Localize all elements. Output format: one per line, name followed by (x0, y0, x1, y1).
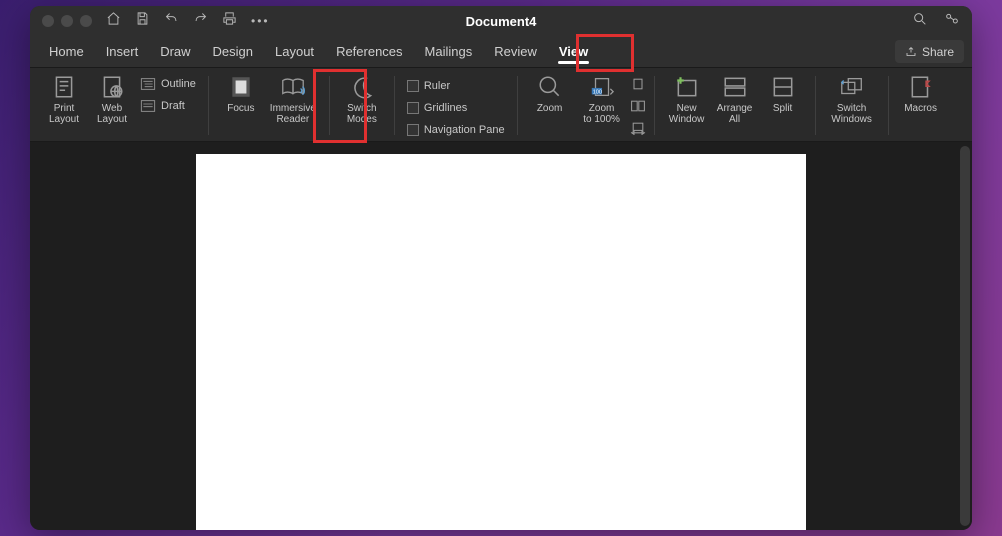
page-width-icon (630, 121, 646, 135)
home-icon[interactable] (106, 11, 121, 31)
macros-button[interactable]: Macros (897, 72, 945, 114)
web-layout-icon (99, 74, 125, 100)
window-controls[interactable] (42, 15, 92, 27)
split-icon (770, 74, 796, 100)
tab-design[interactable]: Design (202, 36, 264, 67)
group-window: New Window Arrange All Split (659, 72, 811, 139)
close-dot[interactable] (42, 15, 54, 27)
tab-home[interactable]: Home (38, 36, 95, 67)
undo-icon[interactable] (164, 11, 179, 31)
quick-access-toolbar: ••• (106, 11, 270, 31)
redo-icon[interactable] (193, 11, 208, 31)
tab-mailings[interactable]: Mailings (414, 36, 484, 67)
switch-windows-button[interactable]: Switch Windows (824, 72, 880, 125)
share-button-label: Share (922, 45, 954, 59)
multi-page-button[interactable] (630, 96, 646, 116)
zoom-button[interactable]: Zoom (526, 72, 574, 114)
svg-text:100: 100 (592, 90, 601, 96)
multi-page-icon (630, 99, 646, 113)
macros-icon (908, 74, 934, 100)
immersive-reader-button[interactable]: Immersive Reader (265, 72, 321, 125)
outline-icon (140, 77, 156, 91)
search-icon[interactable] (912, 11, 928, 32)
new-window-button[interactable]: New Window (663, 72, 711, 125)
ruler-checkbox[interactable]: Ruler (403, 76, 509, 96)
group-show: Ruler Gridlines Navigation Pane (399, 72, 513, 139)
print-layout-button[interactable]: Print Layout (40, 72, 88, 125)
arrange-all-icon (722, 74, 748, 100)
group-switch-modes: Switch Modes (334, 72, 390, 139)
group-zoom: Zoom 100 Zoom to 100% (522, 72, 650, 139)
page[interactable] (196, 154, 806, 530)
group-macros: Macros (893, 72, 949, 139)
share-quick-icon[interactable] (944, 11, 960, 32)
draft-icon (140, 99, 156, 113)
print-layout-icon (51, 74, 77, 100)
focus-icon (228, 74, 254, 100)
draft-button[interactable]: Draft (136, 96, 200, 116)
checkbox-icon (407, 102, 419, 114)
print-icon[interactable] (222, 11, 237, 31)
moon-icon (349, 74, 375, 100)
switch-windows-icon (839, 74, 865, 100)
zoom-100-button[interactable]: 100 Zoom to 100% (574, 72, 630, 125)
ribbon-tabs: Home Insert Draw Design Layout Reference… (30, 36, 972, 68)
more-icon[interactable]: ••• (251, 14, 270, 28)
group-views: Print Layout Web Layout Outline Draft (36, 72, 204, 139)
switch-modes-button[interactable]: Switch Modes (338, 72, 386, 125)
one-page-button[interactable] (630, 74, 646, 94)
navigation-pane-checkbox[interactable]: Navigation Pane (403, 120, 509, 140)
zoom-100-icon: 100 (589, 74, 615, 100)
focus-button[interactable]: Focus (217, 72, 265, 114)
new-window-icon (674, 74, 700, 100)
app-window: ••• Document4 Home Insert Draw Design La… (30, 6, 972, 530)
group-immersive: Focus Immersive Reader (213, 72, 325, 139)
tab-references[interactable]: References (325, 36, 413, 67)
gridlines-checkbox[interactable]: Gridlines (403, 98, 509, 118)
tab-review[interactable]: Review (483, 36, 548, 67)
document-area[interactable] (30, 142, 972, 530)
outline-button[interactable]: Outline (136, 74, 200, 94)
share-icon (905, 46, 917, 58)
magnifier-icon (537, 74, 563, 100)
group-switch-windows: Switch Windows (820, 72, 884, 139)
zoom-dot[interactable] (80, 15, 92, 27)
split-button[interactable]: Split (759, 72, 807, 114)
checkbox-icon (407, 80, 419, 92)
minimize-dot[interactable] (61, 15, 73, 27)
arrange-all-button[interactable]: Arrange All (711, 72, 759, 125)
scrollbar[interactable] (960, 146, 970, 526)
ribbon: Print Layout Web Layout Outline Draft (30, 68, 972, 142)
tab-insert[interactable]: Insert (95, 36, 150, 67)
tab-draw[interactable]: Draw (149, 36, 201, 67)
save-icon[interactable] (135, 11, 150, 31)
tab-layout[interactable]: Layout (264, 36, 325, 67)
one-page-icon (630, 77, 646, 91)
tab-view[interactable]: View (548, 36, 599, 67)
titlebar: ••• Document4 (30, 6, 972, 36)
web-layout-button[interactable]: Web Layout (88, 72, 136, 125)
checkbox-icon (407, 124, 419, 136)
share-button[interactable]: Share (895, 40, 964, 63)
immersive-reader-icon (280, 74, 306, 100)
page-width-button[interactable] (630, 118, 646, 138)
